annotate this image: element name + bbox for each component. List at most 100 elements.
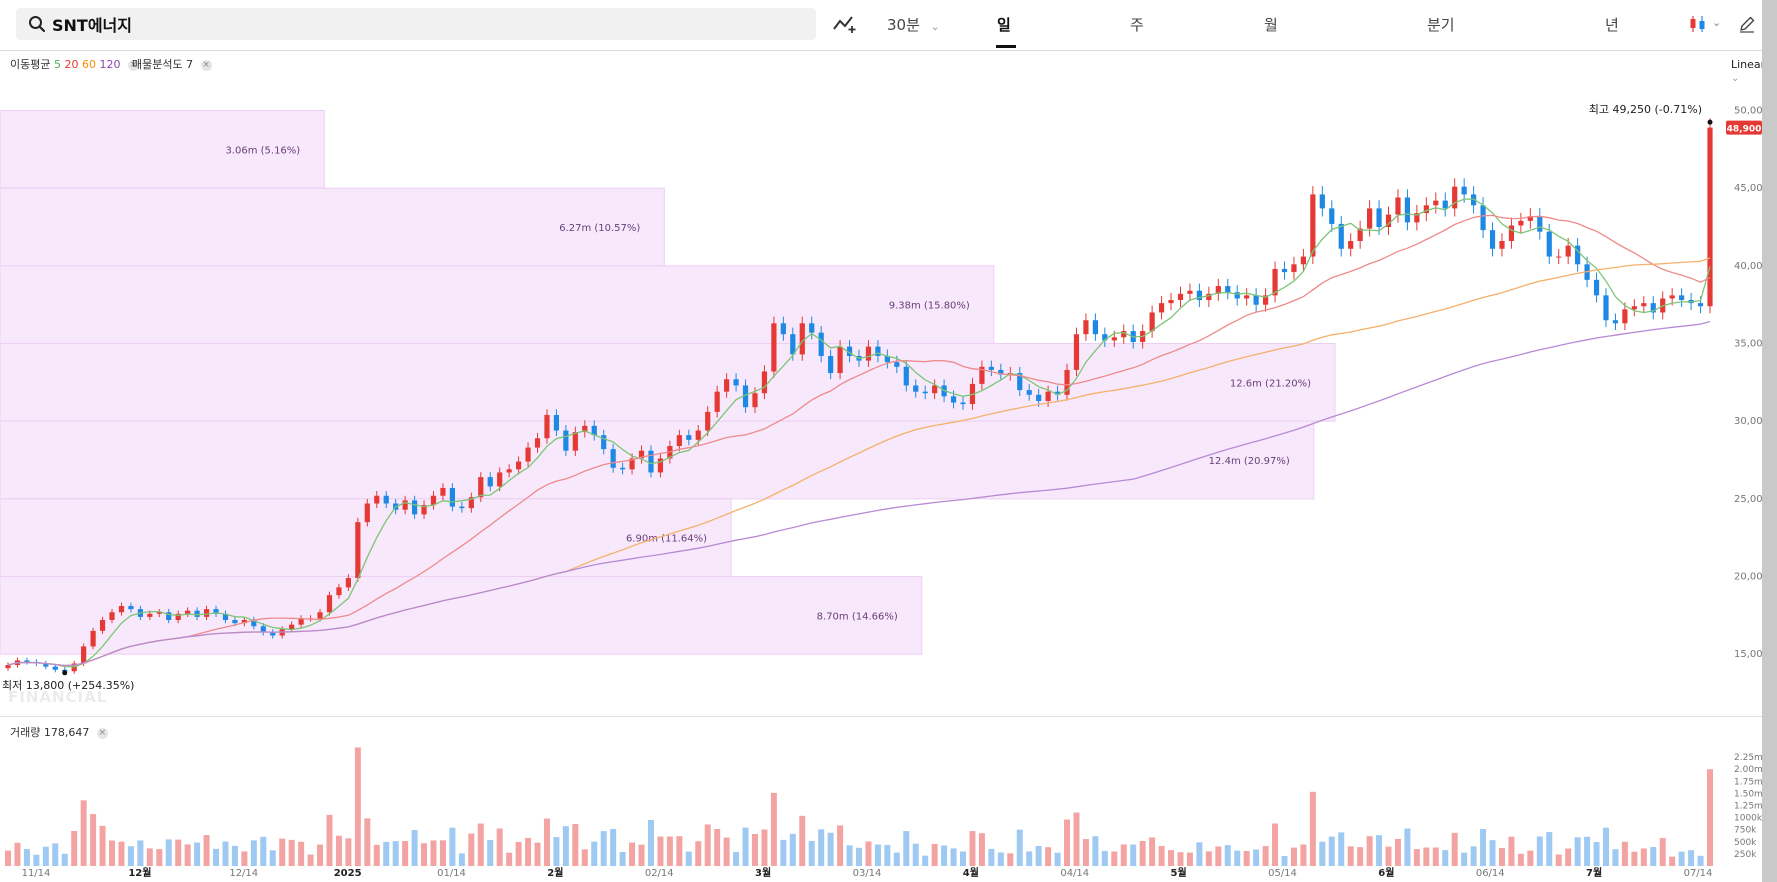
candle-body <box>194 610 200 617</box>
volume-bar <box>231 845 238 866</box>
chart-type-icon[interactable] <box>833 14 857 34</box>
volume-profile-label: 3.06m (5.16%) <box>225 145 300 156</box>
y-axis-tick-label: 25,000 <box>1734 494 1762 505</box>
chevron-down-icon[interactable]: ⌄ <box>1712 16 1721 29</box>
volume-bar <box>1168 850 1175 866</box>
candle-body <box>922 391 928 394</box>
x-axis-tick-label: 07/14 <box>1684 868 1713 879</box>
candle-body <box>1177 293 1184 301</box>
candle-body <box>1187 290 1193 294</box>
volume-bar <box>761 829 768 866</box>
candle-body <box>90 630 96 647</box>
x-axis-tick-label: 4월 <box>963 867 979 879</box>
candle-body <box>1045 391 1051 401</box>
volume-bar <box>695 841 702 866</box>
x-axis-tick-label: 3월 <box>755 867 771 879</box>
candle-body <box>1669 295 1675 299</box>
candle-body <box>109 612 115 620</box>
candle-body <box>1697 303 1704 307</box>
volume-bar <box>1376 835 1383 866</box>
volume-bar <box>52 843 59 866</box>
volume-bar <box>307 854 314 866</box>
volume-bar <box>1300 844 1307 866</box>
candlestick-icon[interactable] <box>1688 14 1708 34</box>
volume-bar <box>468 833 475 866</box>
volume-bar <box>1253 849 1260 866</box>
chart-window: 30분 ⌄ 일 주 월 분기 년 ⌄ 이동평균 5 20 60 120 × 매물… <box>0 0 1762 882</box>
volume-axis-tick-label: 1000k <box>1734 814 1762 824</box>
interval-30min-button[interactable]: 30분 ⌄ <box>887 14 940 35</box>
candle-body <box>185 610 191 614</box>
volume-bar <box>543 818 550 866</box>
interval-year-button[interactable]: 년 <box>1605 14 1619 35</box>
candle-body <box>1111 337 1117 341</box>
volume-bar <box>392 841 399 866</box>
volume-bar <box>1593 842 1600 866</box>
candle-body <box>960 402 966 405</box>
volume-chart[interactable]: 2.25m 2.00m 1.75m 1.50m 1.25m 1000k 750k 500k 25… <box>0 718 1762 882</box>
interval-week-button[interactable]: 주 <box>1130 14 1144 35</box>
price-chart[interactable]: 3.06m (5.16%) 6.27m (10.57%) 9.38m (15.80%… <box>0 51 1762 716</box>
volume-bar <box>685 851 692 866</box>
x-axis-tick-label: 05/14 <box>1268 868 1297 879</box>
volume-bar <box>1489 840 1496 866</box>
volume-profile-label: 12.4m (20.97%) <box>1209 456 1290 467</box>
volume-bar <box>572 823 579 866</box>
candle-body <box>326 595 333 613</box>
interval-day-button[interactable]: 일 <box>997 14 1011 35</box>
volume-bar <box>1177 852 1184 866</box>
candle-body <box>648 450 654 473</box>
candle-body <box>544 414 550 439</box>
volume-bar <box>997 852 1004 866</box>
volume-bar <box>1158 845 1165 866</box>
volume-profile-bar <box>0 343 1336 422</box>
candle-body <box>24 660 30 662</box>
candle-body <box>525 447 531 462</box>
volume-bar <box>1697 855 1704 866</box>
volume-bar <box>1224 845 1231 866</box>
volume-bar <box>109 840 116 866</box>
volume-bar <box>912 843 919 866</box>
high-marker-dot <box>1707 119 1713 125</box>
search-icon[interactable] <box>28 15 46 33</box>
x-axis-tick-label: 12월 <box>128 867 151 879</box>
volume-bar <box>534 842 541 866</box>
candle-body <box>837 346 843 374</box>
volume-bar <box>856 847 862 866</box>
candle-body <box>1092 320 1098 335</box>
volume-bar <box>506 852 513 866</box>
volume-bar <box>1631 851 1638 866</box>
candle-body <box>1622 309 1628 324</box>
volume-bar <box>194 842 201 866</box>
volume-bar <box>1319 841 1326 866</box>
volume-bar <box>1111 851 1118 866</box>
volume-bar <box>250 840 257 866</box>
candle-body <box>1518 220 1524 226</box>
volume-bar <box>1338 832 1345 866</box>
volume-bar <box>1272 823 1279 866</box>
candle-body <box>695 430 701 440</box>
y-axis-tick-label: 15,000 <box>1734 649 1762 660</box>
candle-body <box>1593 279 1600 296</box>
candle-body <box>364 503 370 523</box>
candle-body <box>232 619 238 624</box>
pane-divider[interactable] <box>0 716 1762 717</box>
volume-bar <box>345 838 352 866</box>
volume-bar <box>1565 848 1572 866</box>
volume-bar <box>1442 850 1449 866</box>
interval-quarter-button[interactable]: 분기 <box>1427 14 1455 35</box>
volume-bar <box>298 841 305 866</box>
pencil-icon[interactable] <box>1738 15 1756 33</box>
candle-body <box>449 487 456 507</box>
volume-bar <box>1650 846 1657 866</box>
x-axis-tick-label: 2월 <box>547 867 563 879</box>
search-box[interactable] <box>16 8 816 40</box>
volume-bar <box>99 825 106 866</box>
search-input[interactable] <box>52 12 792 36</box>
interval-month-button[interactable]: 월 <box>1264 14 1278 35</box>
volume-bar <box>733 851 740 866</box>
volume-bar <box>1045 847 1052 866</box>
candle-body <box>1244 295 1250 299</box>
volume-bar <box>241 851 248 866</box>
volume-bar <box>657 836 664 866</box>
